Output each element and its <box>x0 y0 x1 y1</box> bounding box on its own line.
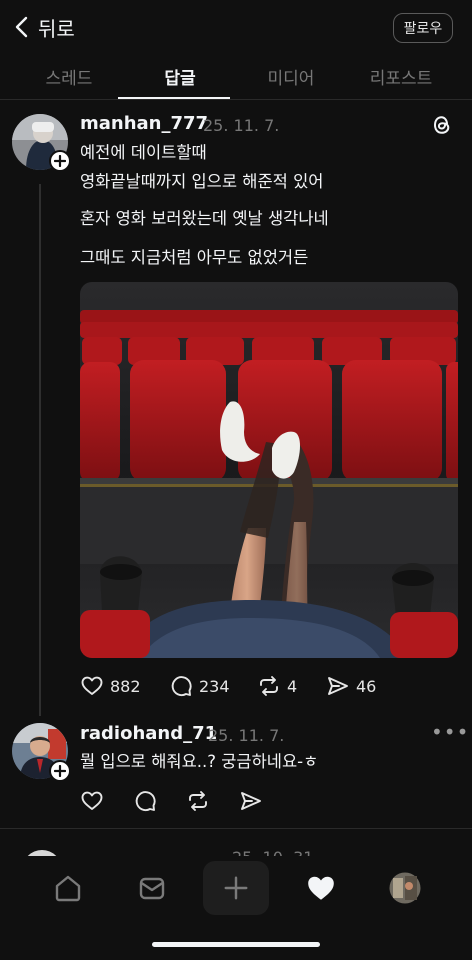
home-indicator <box>152 942 320 947</box>
nav-search[interactable] <box>132 868 172 908</box>
post-text-line: 예전에 데이트할때 <box>80 143 207 162</box>
follow-plus-icon[interactable] <box>49 150 71 172</box>
reply-repost-button[interactable] <box>186 789 210 813</box>
reply-date: 25. 11. 7. <box>208 726 285 745</box>
reply-username[interactable]: radiohand_71 <box>80 723 217 744</box>
post-date: 25. 11. 7. <box>203 116 280 135</box>
repost-icon <box>189 791 207 811</box>
reply-text: 뭘 입으로 해줘요..? 궁금하네요-ㅎ <box>80 752 319 771</box>
share-icon <box>328 677 348 695</box>
repost-count: 4 <box>287 676 298 696</box>
share-count: 46 <box>356 676 377 696</box>
post-text-line: 혼자 영화 보러왔는데 옛날 생각나네 <box>80 209 329 228</box>
more-options-icon[interactable]: ••• <box>431 720 469 744</box>
reply-like-button[interactable] <box>80 789 104 813</box>
share-button[interactable]: 46 <box>326 674 376 698</box>
threads-logo-icon[interactable] <box>430 113 454 137</box>
post-photo[interactable] <box>80 282 458 658</box>
heart-filled-icon <box>308 876 334 900</box>
repost-button[interactable]: 4 <box>257 674 297 698</box>
comment-count: 234 <box>199 676 230 696</box>
home-icon <box>55 875 81 902</box>
nav-activity[interactable] <box>301 868 341 908</box>
follow-button[interactable]: 팔로우 <box>393 13 453 43</box>
like-button[interactable]: 882 <box>80 674 141 698</box>
tab-media[interactable]: 미디어 <box>232 64 350 89</box>
back-label: 뒤로 <box>38 16 75 41</box>
post-text-line: 그때도 지금처럼 아무도 없었거든 <box>80 248 309 267</box>
heart-icon <box>81 676 103 695</box>
chevron-left-icon <box>15 16 28 38</box>
nav-home[interactable] <box>48 868 88 908</box>
reply-share-button[interactable] <box>239 789 263 813</box>
tab-replies[interactable]: 답글 <box>121 64 239 89</box>
comment-icon <box>135 791 156 812</box>
plus-icon <box>224 876 248 900</box>
bottom-nav <box>0 856 472 926</box>
nav-profile[interactable] <box>385 868 425 908</box>
tab-reposts[interactable]: 리포스트 <box>342 64 460 89</box>
comment-icon <box>171 676 192 697</box>
reply-follow-plus-icon[interactable] <box>49 760 71 782</box>
post-text-line: 영화끝날때까지 입으로 해준적 있어 <box>80 172 324 191</box>
comment-button[interactable]: 234 <box>169 674 230 698</box>
profile-avatar <box>389 872 421 904</box>
heart-icon <box>81 791 103 810</box>
divider <box>0 828 472 829</box>
nav-create[interactable] <box>203 861 269 915</box>
reply-comment-button[interactable] <box>133 789 157 813</box>
post-username[interactable]: manhan_777 <box>80 113 208 134</box>
thread-line <box>39 184 41 716</box>
tab-threads[interactable]: 스레드 <box>10 64 128 89</box>
back-button[interactable]: 뒤로 <box>14 12 75 42</box>
like-count: 882 <box>110 676 141 696</box>
repost-icon <box>260 676 278 696</box>
active-tab-indicator <box>118 97 230 99</box>
inbox-icon <box>139 877 165 900</box>
share-icon <box>241 792 261 810</box>
profile-tabs: 스레드 답글 미디어 리포스트 <box>0 58 472 100</box>
